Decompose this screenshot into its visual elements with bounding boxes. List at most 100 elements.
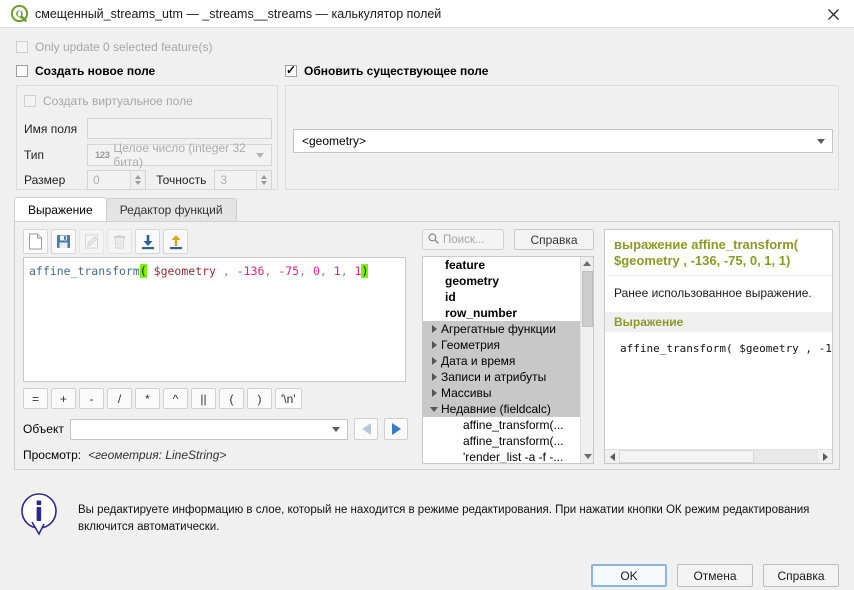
help-panel-hscrollbar[interactable] [605, 449, 832, 463]
tree-group[interactable]: Недавние (fieldcalc) [423, 401, 580, 417]
tree-group[interactable]: Массивы [423, 385, 580, 401]
field-type-value: Целое число (integer 32 бита) [113, 141, 246, 169]
previous-feature-icon[interactable] [354, 418, 378, 440]
tree-group[interactable]: Геометрия [423, 337, 580, 353]
chevron-right-icon[interactable] [427, 373, 441, 381]
stepper-up-icon [261, 175, 267, 179]
window-title: смещенный_streams_utm — _streams__stream… [35, 6, 442, 21]
operator-button[interactable]: = [23, 388, 48, 409]
tree-variable[interactable]: feature [423, 257, 580, 273]
chevron-right-icon[interactable] [427, 325, 441, 333]
scroll-right-icon[interactable] [818, 450, 832, 463]
search-icon [428, 232, 439, 247]
functions-help-button[interactable]: Справка [514, 229, 594, 250]
field-size-stepper-buttons[interactable] [130, 171, 146, 189]
tree-group-label: Массивы [441, 386, 492, 400]
scroll-down-icon[interactable] [581, 450, 593, 463]
create-new-field-row[interactable]: Создать новое поле [16, 64, 155, 78]
operator-button[interactable]: ^ [163, 388, 188, 409]
export-expressions-icon[interactable] [163, 229, 188, 254]
only-update-selected-row[interactable]: Only update 0 selected feature(s) [16, 40, 212, 54]
expr-token-pn [147, 264, 154, 278]
cancel-button[interactable]: Отмена [677, 564, 753, 587]
stepper-up-icon [135, 175, 142, 179]
field-name-input[interactable] [87, 118, 272, 139]
operator-button[interactable]: / [107, 388, 132, 409]
expr-token-num: 1 [333, 264, 341, 278]
field-size-stepper[interactable]: 0 [87, 170, 147, 190]
expr-token-pn: , [264, 264, 279, 278]
scroll-left-icon[interactable] [605, 450, 619, 463]
operator-button[interactable]: - [79, 388, 104, 409]
update-existing-field-checkbox[interactable] [285, 63, 297, 77]
field-precision-stepper-buttons[interactable] [256, 171, 271, 189]
operator-button[interactable]: ) [247, 388, 272, 409]
chevron-right-icon[interactable] [427, 357, 441, 365]
stepper-down-icon [135, 181, 142, 185]
integer-type-badge-icon: 123 [95, 149, 110, 161]
help-button[interactable]: Справка [763, 564, 839, 587]
close-icon[interactable] [812, 0, 854, 28]
expression-text-line: affine_transform( $geometry , -136, -75,… [29, 264, 369, 278]
help-body: Ранее использованное выражение. Выражени… [605, 276, 832, 355]
existing-field-value: <geometry> [302, 134, 367, 148]
expr-token-hl: ) [361, 264, 369, 278]
field-name-row: Имя поля [24, 118, 272, 139]
search-input[interactable]: Поиск... [422, 229, 504, 250]
operator-button[interactable]: * [135, 388, 160, 409]
feature-select[interactable] [69, 418, 348, 440]
field-size-value: 0 [93, 173, 100, 187]
scrollbar-thumb[interactable] [582, 271, 593, 327]
functions-tree[interactable]: feature geometry id row_number Агрегатные фу… [422, 256, 594, 464]
tree-recent-item[interactable]: affine_transform(... [423, 433, 580, 449]
field-precision-stepper[interactable]: 3 [214, 170, 272, 190]
expr-token-num: -75 [278, 264, 300, 278]
tree-recent-item[interactable]: 'render_list -a -f -... [423, 449, 580, 463]
field-type-select[interactable]: 123 Целое число (integer 32 бита) [87, 141, 272, 169]
only-update-selected-checkbox[interactable] [16, 41, 28, 53]
tree-group[interactable]: Записи и атрибуты [423, 369, 580, 385]
tree-group[interactable]: Дата и время [423, 353, 580, 369]
hscroll-track[interactable] [619, 450, 818, 463]
chevron-down-icon[interactable] [427, 406, 441, 412]
functions-tree-scrollbar[interactable] [580, 257, 593, 463]
chevron-down-icon [256, 152, 264, 158]
expr-token-fn: affine_transform [29, 264, 140, 278]
existing-field-select[interactable]: <geometry> [293, 129, 833, 153]
tree-recent-item[interactable]: affine_transform(... [423, 417, 580, 433]
edit-mode-notice: Вы редактируете информацию в слое, котор… [20, 492, 820, 536]
tree-group[interactable]: Агрегатные функции [423, 321, 580, 337]
new-expression-file-icon[interactable] [23, 229, 48, 254]
create-new-field-checkbox[interactable] [16, 65, 28, 77]
operator-button[interactable]: ( [219, 388, 244, 409]
expression-tab-panel: affine_transform( $geometry , -136, -75,… [14, 221, 840, 470]
expression-input[interactable]: affine_transform( $geometry , -136, -75,… [23, 257, 406, 382]
save-expression-icon[interactable] [51, 229, 76, 254]
expr-token-pn: , [319, 264, 334, 278]
chevron-right-icon[interactable] [427, 341, 441, 349]
create-virtual-field-checkbox[interactable] [24, 95, 36, 107]
edit-expression-icon [79, 229, 104, 254]
chevron-right-icon[interactable] [427, 389, 441, 397]
help-title: выражение affine_transform( $geometry , … [605, 230, 832, 276]
next-feature-icon[interactable] [384, 418, 408, 440]
operator-button[interactable]: || [191, 388, 216, 409]
operator-button[interactable]: '\n' [275, 388, 302, 409]
tree-variable[interactable]: id [423, 289, 580, 305]
field-calculator-dialog: Q смещенный_streams_utm — _streams__stre… [0, 0, 854, 590]
tree-variable[interactable]: geometry [423, 273, 580, 289]
create-virtual-field-row[interactable]: Создать виртуальное поле [24, 94, 193, 108]
operator-button[interactable]: + [51, 388, 76, 409]
tab-function-editor[interactable]: Редактор функций [105, 198, 237, 221]
update-existing-field-label: Обновить существующее поле [304, 64, 489, 78]
scroll-up-icon[interactable] [581, 257, 593, 270]
tree-variable[interactable]: row_number [423, 305, 580, 321]
expr-token-pn: , [215, 264, 237, 278]
hscroll-thumb[interactable] [619, 450, 754, 463]
update-existing-field-row[interactable]: Обновить существующее поле [285, 63, 489, 78]
import-expressions-icon[interactable] [135, 229, 160, 254]
ok-button[interactable]: OK [591, 564, 667, 587]
field-type-label: Тип [24, 148, 45, 162]
expr-token-pn: , [340, 264, 355, 278]
tab-expression[interactable]: Выражение [14, 197, 107, 221]
